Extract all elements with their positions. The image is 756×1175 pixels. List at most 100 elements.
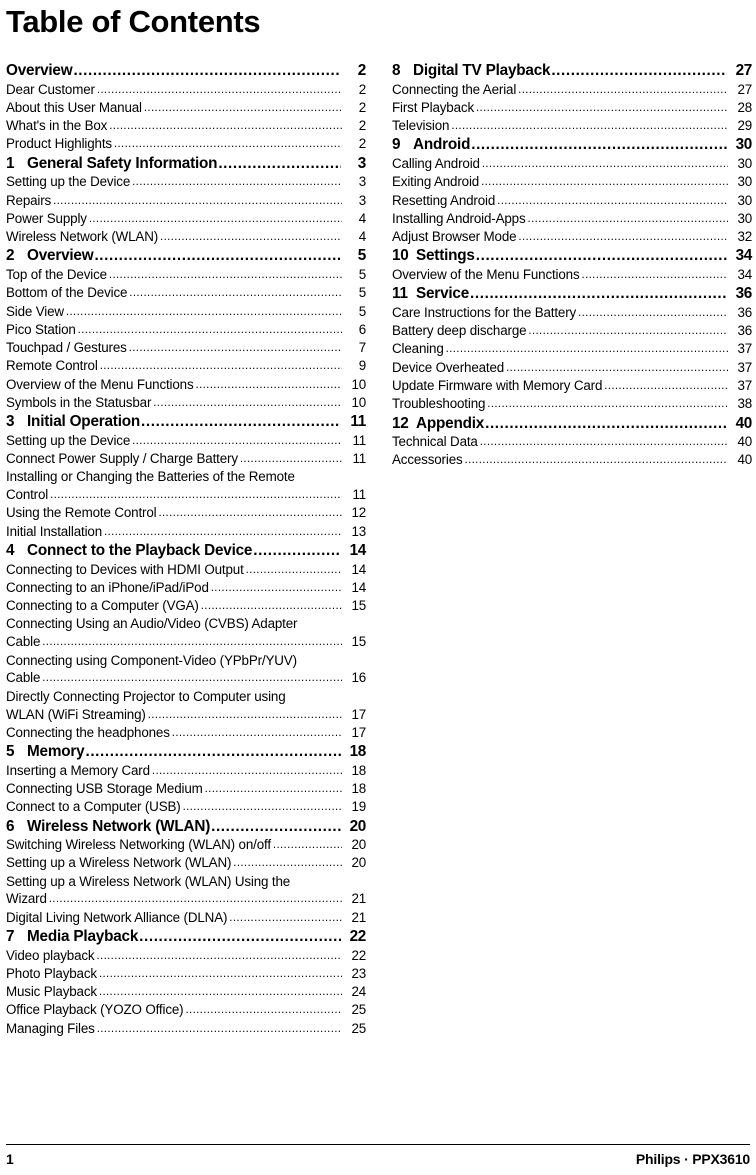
toc-entry[interactable]: Connecting to a Computer (VGA)..........… <box>6 597 366 615</box>
toc-entry[interactable]: Digital Living Network Alliance (DLNA)..… <box>6 909 366 927</box>
toc-section-heading[interactable]: 3 Initial Operation......................… <box>6 412 366 432</box>
toc-entry[interactable]: Accessories.............................… <box>392 451 752 469</box>
toc-entry[interactable]: Pico Station............................… <box>6 321 366 339</box>
toc-section-heading[interactable]: 11 Service...............................… <box>392 284 752 304</box>
toc-entry[interactable]: Wizard..................................… <box>6 890 366 908</box>
toc-entry[interactable]: Care Instructions for the Battery.......… <box>392 304 752 322</box>
toc-entry[interactable]: Top of the Device.......................… <box>6 266 366 284</box>
toc-entry[interactable]: Device Overheated.......................… <box>392 359 752 377</box>
toc-entry[interactable]: Overview of the Menu Functions..........… <box>6 376 366 394</box>
toc-entry[interactable]: Television..............................… <box>392 117 752 135</box>
toc-entry[interactable]: Connect Power Supply / Charge Battery...… <box>6 450 366 468</box>
toc-entry[interactable]: Connecting to an iPhone/iPad/iPod.......… <box>6 579 366 597</box>
toc-entry[interactable]: Photo Playback..........................… <box>6 965 366 983</box>
toc-entry[interactable]: Overview of the Menu Functions..........… <box>392 266 752 284</box>
dot-leader: ........................................… <box>42 672 342 685</box>
toc-section-heading[interactable]: 2 Overview...............................… <box>6 246 366 266</box>
toc-entry[interactable]: Music Playback..........................… <box>6 983 366 1001</box>
toc-entry[interactable]: Managing Files..........................… <box>6 1020 366 1038</box>
dot-leader: ........................................… <box>128 342 342 355</box>
toc-entry-page-number: 29 <box>737 118 753 134</box>
dot-leader: ........................................… <box>113 138 342 151</box>
toc-entry[interactable]: Product Highlights......................… <box>6 135 366 153</box>
toc-entry-page-number: 18 <box>351 780 367 796</box>
toc-entry[interactable]: Installing Android-Apps.................… <box>392 210 752 228</box>
toc-entry[interactable]: Exiting Android.........................… <box>392 173 752 191</box>
toc-entry[interactable]: Update Firmware with Memory Card........… <box>392 377 752 395</box>
toc-entry[interactable]: Adjust Browser Mode.....................… <box>392 228 752 246</box>
toc-entry-wrapped-line[interactable]: Connecting using Component-Video (YPbPr/… <box>6 652 366 670</box>
section-page-number: 22 <box>349 928 367 946</box>
toc-entry[interactable]: Resetting Android.......................… <box>392 192 752 210</box>
toc-section-heading[interactable]: 5 Memory.................................… <box>6 742 366 762</box>
toc-section-heading[interactable]: 8 Digital TV Playback....................… <box>392 61 752 81</box>
toc-entry[interactable]: Battery deep discharge..................… <box>392 322 752 340</box>
toc-entry[interactable]: Side View...............................… <box>6 303 366 321</box>
toc-entry[interactable]: Touchpad / Gestures.....................… <box>6 339 366 357</box>
dot-leader: ........................................… <box>96 1022 342 1035</box>
dot-leader: ........................................… <box>233 857 342 870</box>
toc-entry-label: Symbols in the Statusbar <box>6 394 152 410</box>
dot-leader: ........................................… <box>48 893 342 906</box>
toc-section-heading[interactable]: 6 Wireless Network (WLAN)................… <box>6 817 366 837</box>
toc-entry[interactable]: Connecting USB Storage Medium...........… <box>6 780 366 798</box>
toc-entry-wrapped-line[interactable]: Installing or Changing the Batteries of … <box>6 468 366 486</box>
dot-leader: ........................................… <box>481 158 728 170</box>
toc-section-heading[interactable]: 9 Android................................… <box>392 135 752 155</box>
toc-entry[interactable]: About this User Manual..................… <box>6 99 366 117</box>
toc-entry-label: Dear Customer <box>6 81 95 97</box>
toc-entry[interactable]: Technical Data..........................… <box>392 433 752 451</box>
toc-entry-page-number: 21 <box>351 891 367 907</box>
toc-section-heading[interactable]: 7 Media Playback.........................… <box>6 927 366 947</box>
section-title: Wireless Network (WLAN) <box>27 817 211 835</box>
toc-entry[interactable]: Power Supply............................… <box>6 210 366 228</box>
toc-entry[interactable]: First Playback..........................… <box>392 99 752 117</box>
toc-entry[interactable]: Connecting the Aerial...................… <box>392 81 752 99</box>
toc-section-heading[interactable]: Overview................................… <box>6 61 366 81</box>
toc-entry[interactable]: Control.................................… <box>6 486 366 504</box>
toc-entry[interactable]: Initial Installation....................… <box>6 523 366 541</box>
toc-entry[interactable]: Office Playback (YOZO Office)...........… <box>6 1001 366 1019</box>
toc-entry[interactable]: Cable...................................… <box>6 633 366 651</box>
toc-entry-label: Touchpad / Gestures <box>6 340 127 356</box>
toc-section: 2 Overview...............................… <box>6 246 366 412</box>
toc-entry[interactable]: Connecting the headphones...............… <box>6 724 366 742</box>
toc-entry-label: Setting up a Wireless Network (WLAN) <box>6 855 232 871</box>
toc-entry[interactable]: Connect to a Computer (USB).............… <box>6 798 366 816</box>
toc-entry[interactable]: WLAN (WiFi Streaming)...................… <box>6 706 366 724</box>
toc-entry[interactable]: Dear Customer...........................… <box>6 81 366 99</box>
toc-entry-wrapped-line[interactable]: Setting up a Wireless Network (WLAN) Usi… <box>6 873 366 891</box>
dot-leader: ........................................… <box>141 413 341 431</box>
dot-leader: ........................................… <box>132 176 342 189</box>
toc-entry[interactable]: Remote Control..........................… <box>6 357 366 375</box>
toc-entry[interactable]: Symbols in the Statusbar................… <box>6 394 366 412</box>
toc-entry[interactable]: Switching Wireless Networking (WLAN) on/… <box>6 836 366 854</box>
toc-section-heading[interactable]: 4 Connect to the Playback Device.........… <box>6 541 366 561</box>
toc-entry-page-number: 20 <box>351 837 367 853</box>
toc-entry[interactable]: Setting up a Wireless Network (WLAN)....… <box>6 854 366 872</box>
dot-leader: ........................................… <box>239 453 342 466</box>
toc-entry[interactable]: What's in the Box.......................… <box>6 117 366 135</box>
toc-entry[interactable]: Inserting a Memory Card.................… <box>6 762 366 780</box>
toc-section-heading[interactable]: 1 General Safety Information.............… <box>6 154 366 174</box>
toc-entry[interactable]: Repairs.................................… <box>6 192 366 210</box>
toc-entry[interactable]: Using the Remote Control................… <box>6 504 366 522</box>
toc-entry[interactable]: Cable...................................… <box>6 669 366 687</box>
toc-entry[interactable]: Wireless Network (WLAN).................… <box>6 228 366 246</box>
toc-entry[interactable]: Connecting to Devices with HDMI Output..… <box>6 561 366 579</box>
toc-entry[interactable]: Setting up the Device...................… <box>6 432 366 450</box>
toc-entry-wrapped-line[interactable]: Connecting Using an Audio/Video (CVBS) A… <box>6 615 366 633</box>
toc-entry[interactable]: Troubleshooting.........................… <box>392 395 752 413</box>
toc-entry[interactable]: Calling Android.........................… <box>392 155 752 173</box>
toc-entry-page-number: 5 <box>358 285 366 301</box>
section-title: Service <box>416 285 470 303</box>
toc-entry-label: Calling Android <box>392 156 480 171</box>
dot-leader: ........................................… <box>470 285 727 303</box>
toc-entry[interactable]: Setting up the Device...................… <box>6 173 366 191</box>
toc-entry-wrapped-line[interactable]: Directly Connecting Projector to Compute… <box>6 688 366 706</box>
toc-section-heading[interactable]: 12 Appendix..............................… <box>392 414 752 434</box>
toc-section-heading[interactable]: 10 Settings..............................… <box>392 246 752 266</box>
toc-entry[interactable]: Cleaning................................… <box>392 340 752 358</box>
toc-entry[interactable]: Bottom of the Device....................… <box>6 284 366 302</box>
toc-entry[interactable]: Video playback..........................… <box>6 947 366 965</box>
